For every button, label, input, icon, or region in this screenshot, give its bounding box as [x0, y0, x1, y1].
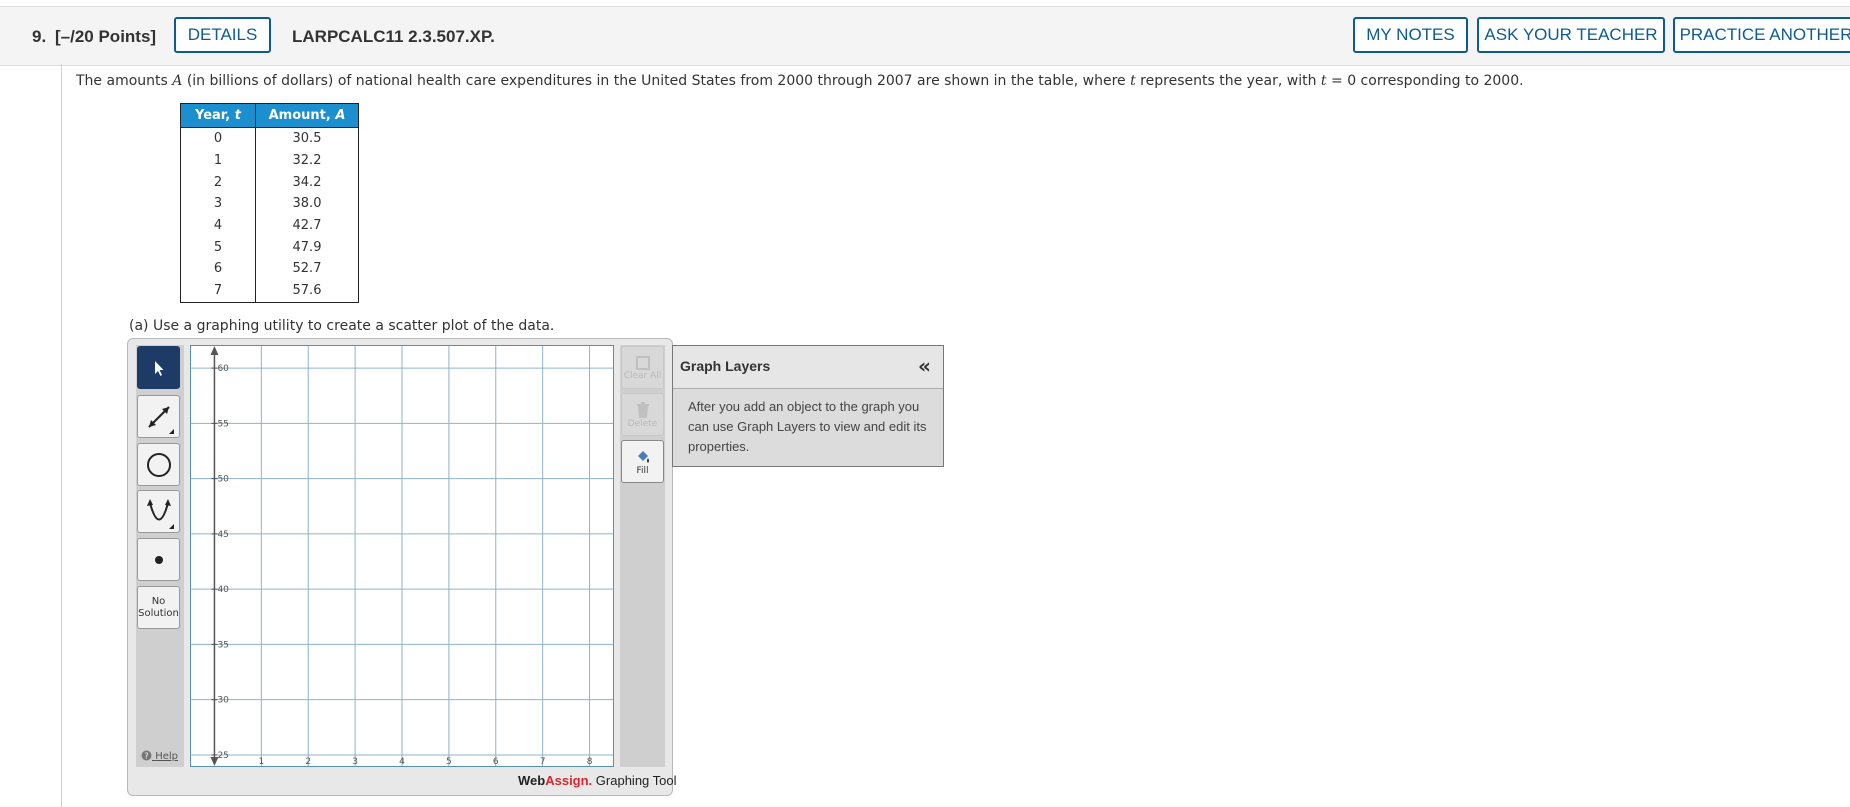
graph-grid: 25303540455055601 2 3 4 5 6 7 8: [191, 346, 613, 767]
amount-cell: 47.9: [255, 236, 359, 259]
y-tick-label: 35: [217, 640, 228, 650]
graph-layers-description: After you add an object to the graph you…: [688, 399, 927, 454]
x-tick-label: 7: [540, 757, 546, 766]
x-tick-label: 2: [305, 757, 311, 766]
help-link[interactable]: ? Help: [141, 750, 178, 762]
point-icon: [154, 555, 163, 564]
graph-layers-title: Graph Layers: [680, 358, 771, 374]
details-button[interactable]: DETAILS: [174, 17, 271, 53]
delete-button[interactable]: Delete: [621, 393, 664, 436]
part-a-instruction: (a) Use a graphing utility to create a s…: [129, 318, 555, 334]
y-tick-label: 50: [217, 475, 229, 485]
graph-canvas[interactable]: 25 30 35 40 45 50 55 60 1 2 3 4 5 6 7 8: [190, 345, 614, 767]
x-tick-label: 5: [446, 757, 452, 766]
fill-button[interactable]: Fill: [621, 440, 664, 483]
amount-cell: 38.0: [255, 193, 359, 215]
line-tool-button[interactable]: [137, 395, 180, 438]
table-row: 3 38.0: [180, 193, 359, 215]
question-code: LARPCALC11 2.3.507.XP.: [292, 27, 495, 46]
help-icon: ?: [141, 750, 152, 761]
amount-cell: 32.2: [255, 149, 359, 172]
y-tick-label: 55: [217, 419, 228, 429]
circle-icon: [146, 452, 171, 477]
amount-cell: 30.5: [255, 127, 359, 150]
y-tick-label: 30: [217, 696, 229, 706]
pointer-tool-button[interactable]: [137, 346, 180, 389]
question-prompt: The amounts A (in billions of dollars) o…: [76, 73, 1524, 89]
table-row: 0 30.5: [180, 127, 359, 150]
x-tick-label: 6: [493, 757, 499, 766]
amount-column-header: Amount, A: [255, 103, 359, 128]
clear-all-icon: [635, 355, 650, 370]
table-row: 6 52.7: [180, 258, 359, 280]
question-points: [–/20 Points]: [55, 27, 157, 46]
x-tick-label: 1: [258, 757, 264, 766]
line-icon: [147, 405, 174, 434]
year-cell: 1: [180, 149, 256, 172]
year-cell: 4: [180, 214, 256, 237]
svg-text:?: ?: [144, 752, 148, 761]
year-cell: 6: [180, 258, 256, 280]
table-row: 4 42.7: [180, 214, 359, 237]
year-cell: 0: [180, 127, 256, 150]
x-tick-label: 4: [399, 757, 405, 766]
practice-another-button[interactable]: PRACTICE ANOTHER: [1673, 17, 1850, 53]
amount-cell: 57.6: [255, 279, 359, 303]
y-tick-label: 60: [217, 364, 229, 374]
year-cell: 3: [180, 193, 256, 215]
pointer-icon: [154, 360, 163, 376]
collapse-icon[interactable]: «: [918, 354, 931, 378]
table-row: 1 32.2: [180, 149, 359, 172]
y-axis-arrow-up: [210, 346, 219, 355]
my-notes-button[interactable]: MY NOTES: [1353, 17, 1468, 53]
content-left-rule: [61, 64, 62, 807]
year-cell: 5: [180, 236, 256, 259]
webassign-branding: WebAssign. Graphing Tool: [518, 773, 677, 788]
ask-your-teacher-button[interactable]: ASK YOUR TEACHER: [1477, 17, 1665, 53]
amount-cell: 34.2: [255, 171, 359, 194]
y-tick-label: 40: [217, 585, 229, 595]
year-cell: 7: [180, 279, 256, 303]
no-solution-button[interactable]: No Solution: [137, 586, 180, 629]
point-tool-button[interactable]: [137, 538, 180, 581]
table-row: 7 57.6: [180, 279, 359, 303]
clear-all-button[interactable]: Clear All: [621, 346, 664, 389]
year-cell: 2: [180, 171, 256, 194]
year-column-header: Year, t: [180, 103, 256, 128]
x-tick-label: 3: [352, 757, 358, 766]
amount-cell: 52.7: [255, 258, 359, 280]
parabola-icon: [146, 498, 174, 529]
fill-bucket-icon: [637, 450, 649, 463]
table-row: 5 47.9: [180, 236, 359, 259]
table-row: 2 34.2: [180, 171, 359, 194]
circle-tool-button[interactable]: [137, 443, 180, 486]
data-table: Year, t Amount, A 0 30.5 1 32.2 2 34.2 3 38.0 4 4…: [180, 103, 359, 303]
trash-icon: [636, 401, 649, 418]
y-tick-label: 25: [217, 751, 228, 761]
graph-layers-panel: Graph Layers « After you add an object t…: [672, 345, 944, 467]
question-number: 9.: [32, 27, 47, 46]
parabola-tool-button[interactable]: [137, 490, 180, 533]
x-tick-label: 8: [587, 757, 593, 766]
amount-cell: 42.7: [255, 214, 359, 237]
y-tick-label: 45: [217, 530, 228, 540]
question-header: 9. [–/20 Points] DETAILS LARPCALC11 2.3.…: [0, 6, 1850, 66]
graph-layers-header: Graph Layers «: [673, 346, 943, 389]
